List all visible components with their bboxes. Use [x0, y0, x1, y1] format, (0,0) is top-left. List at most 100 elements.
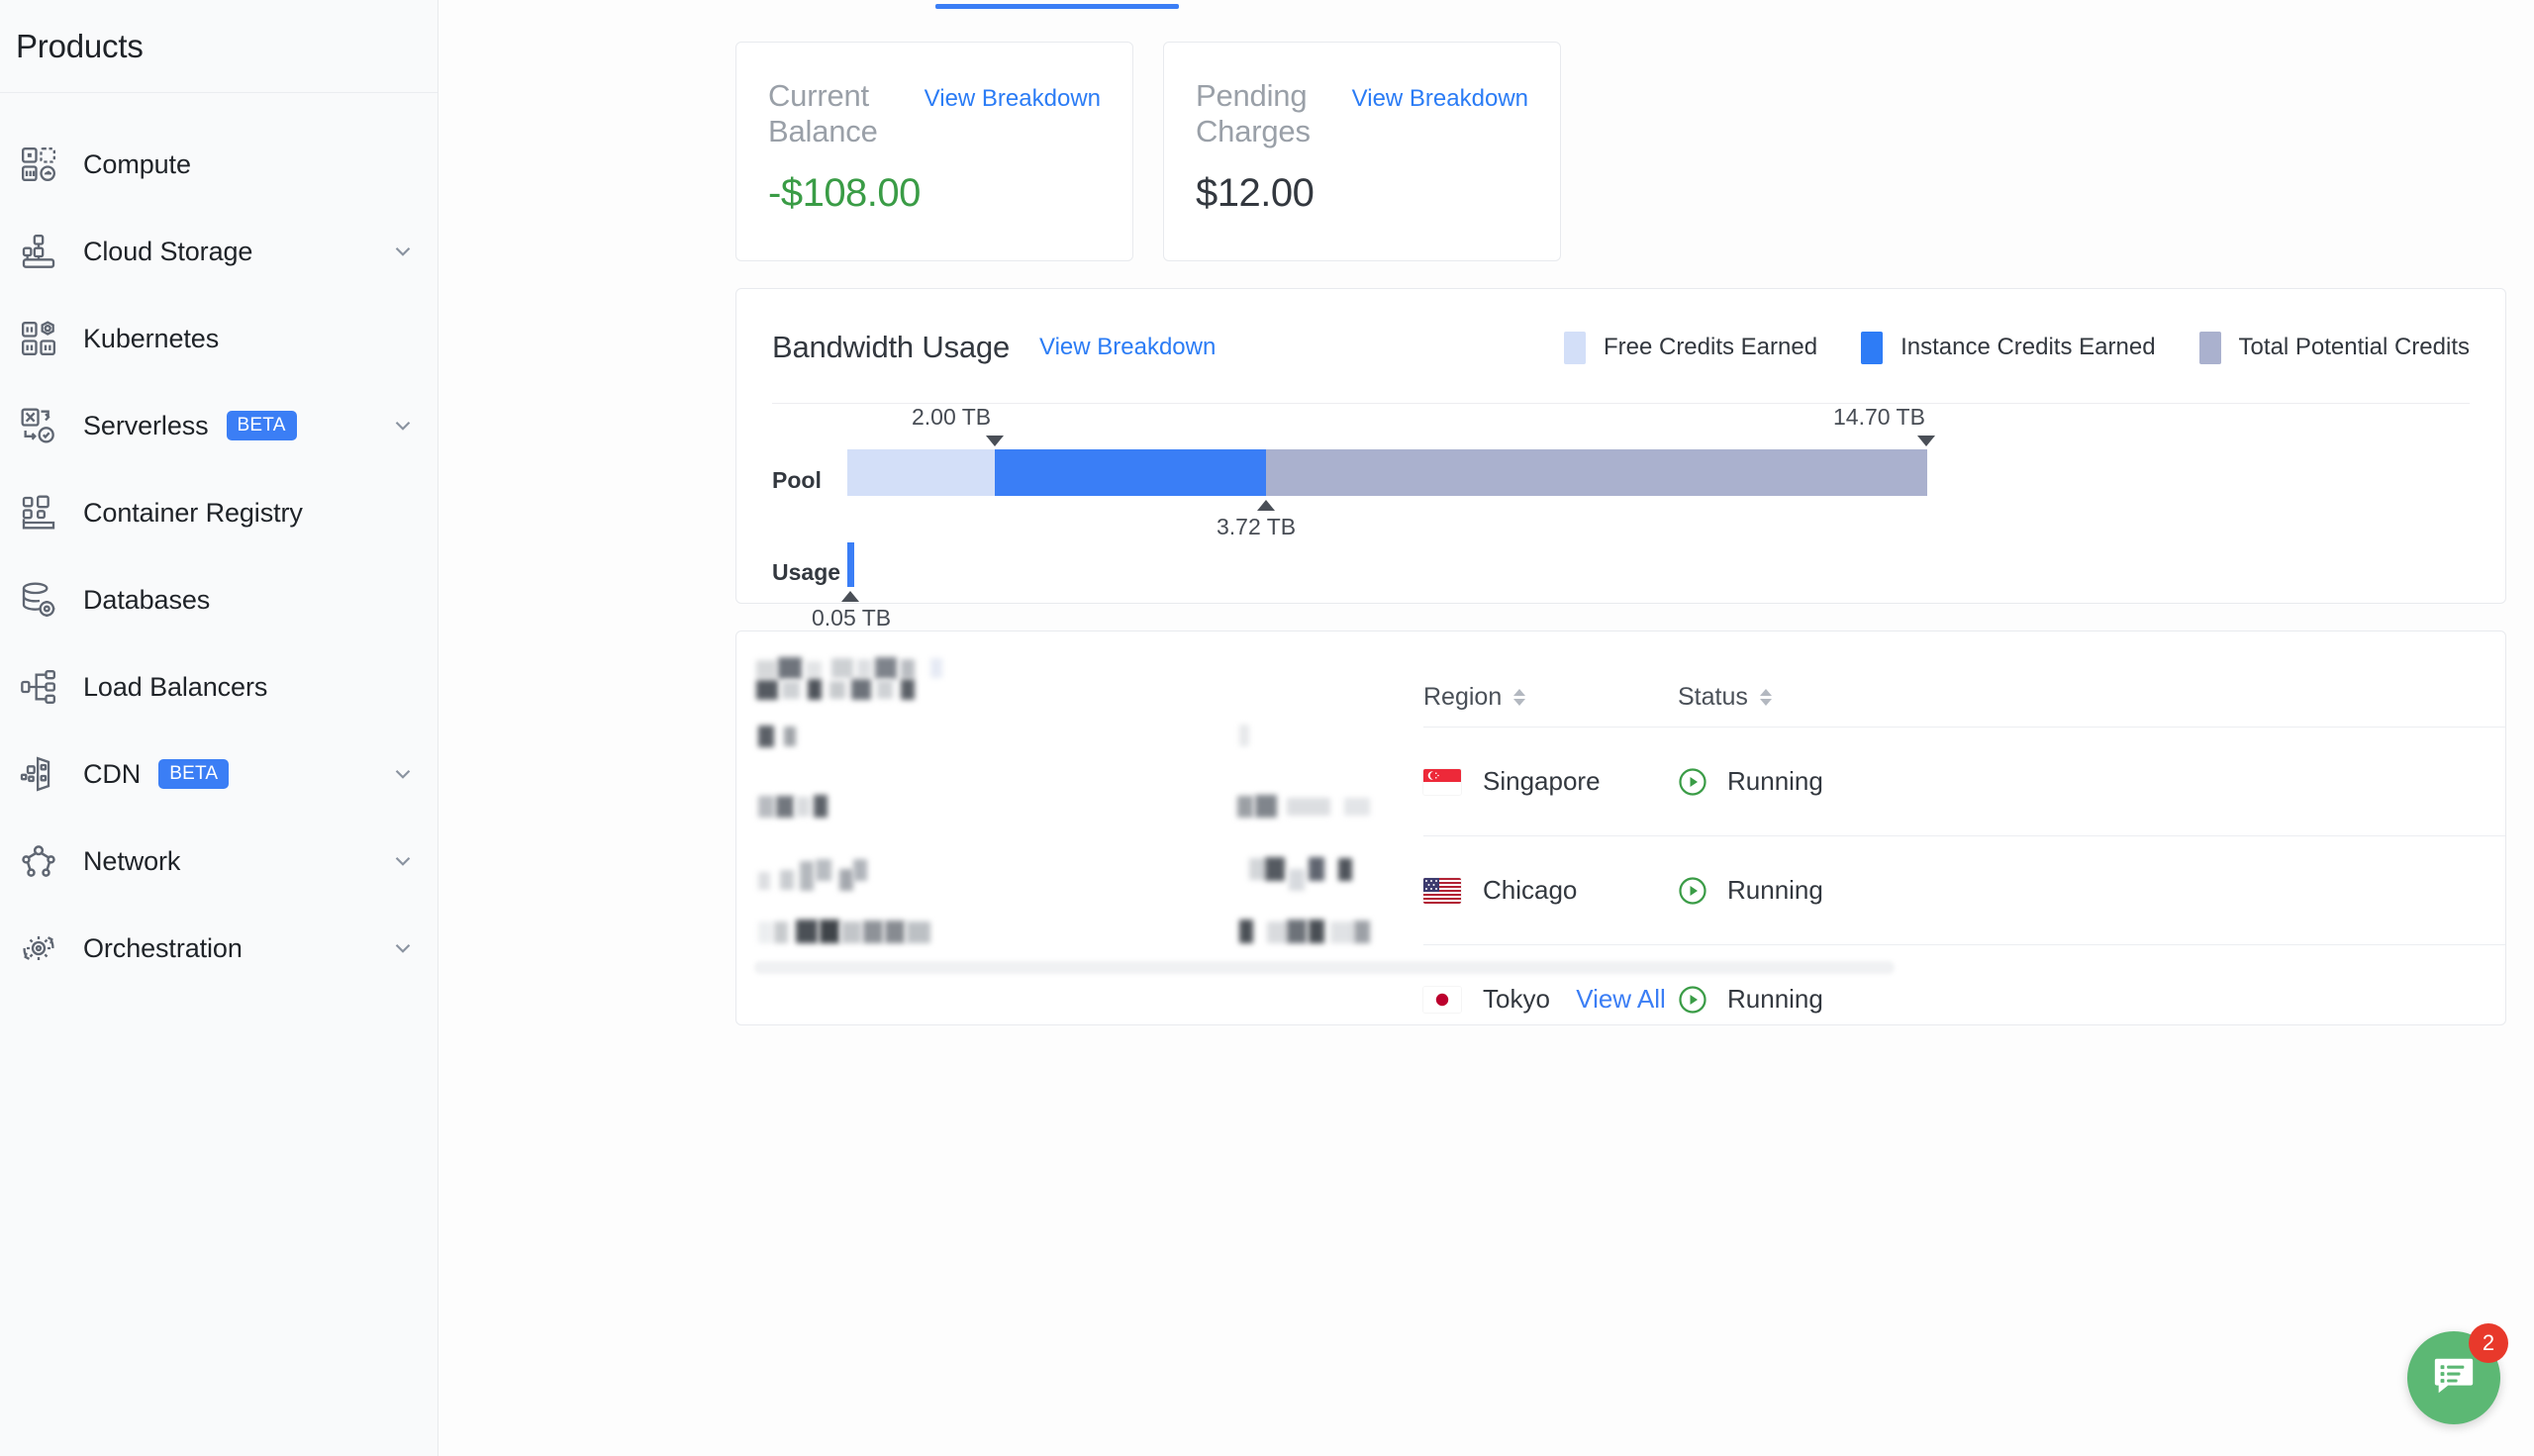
card-label: Current Balance	[768, 78, 878, 148]
main-content: Current Balance View Breakdown -$108.00 …	[439, 0, 2534, 1456]
cdn-icon	[14, 749, 63, 799]
legend-item-free-credits: Free Credits Earned	[1563, 331, 1818, 364]
bar-segment-free-credits	[847, 449, 995, 496]
table-header: Region Status	[1423, 683, 2505, 712]
sidebar-item-load-balancers[interactable]: Load Balancers	[0, 643, 438, 730]
cloud-storage-icon	[14, 227, 63, 276]
database-icon	[14, 575, 63, 625]
usage-bar	[847, 542, 854, 587]
sidebar-item-cloud-storage[interactable]: Cloud Storage	[0, 208, 438, 295]
chevron-down-icon[interactable]	[390, 848, 416, 874]
chevron-down-icon[interactable]	[390, 413, 416, 438]
column-header-region[interactable]: Region	[1423, 683, 1678, 712]
cell-region: Singapore	[1423, 766, 1678, 797]
chevron-down-icon[interactable]	[390, 239, 416, 264]
beta-badge: BETA	[226, 411, 297, 440]
sidebar-item-serverless[interactable]: Serverless BETA	[0, 382, 438, 469]
sidebar-title: Products	[16, 27, 144, 64]
chat-icon	[2431, 1353, 2477, 1404]
usage-row-label: Usage	[772, 559, 841, 585]
kubernetes-icon	[14, 314, 63, 363]
network-icon	[14, 836, 63, 886]
bar-segment-total-potential	[1266, 449, 1927, 496]
sidebar: Products Compute Cloud Storage Kubernete…	[0, 0, 439, 1456]
view-breakdown-link[interactable]: View Breakdown	[925, 85, 1101, 113]
chevron-down-icon[interactable]	[390, 761, 416, 787]
pending-charges-card: Pending Charges View Breakdown $12.00	[1163, 42, 1561, 261]
sidebar-item-label: Databases	[83, 584, 211, 615]
sidebar-item-cdn[interactable]: CDN BETA	[0, 730, 438, 818]
current-balance-card: Current Balance View Breakdown -$108.00	[735, 42, 1133, 261]
marker-free-credits-value: 2.00 TB	[912, 404, 992, 430]
instances-panel: Region Status Singapore Running Chicago …	[735, 631, 2506, 1025]
cell-status: Running	[1678, 875, 1975, 906]
view-breakdown-link[interactable]: View Breakdown	[1352, 85, 1528, 113]
sidebar-item-kubernetes[interactable]: Kubernetes	[0, 295, 438, 382]
bandwidth-usage-panel: Bandwidth Usage View Breakdown Free Cred…	[735, 288, 2506, 631]
orchestration-icon	[14, 923, 63, 973]
bandwidth-view-breakdown-link[interactable]: View Breakdown	[1039, 334, 1216, 361]
caret-up-icon	[1257, 500, 1275, 511]
legend-label: Instance Credits Earned	[1900, 334, 2156, 360]
status-text: Running	[1727, 875, 1823, 905]
sort-icon[interactable]	[1759, 689, 1772, 706]
bar-segment-instance-credits	[995, 449, 1266, 496]
bandwidth-legend: Free Credits Earned Instance Credits Ear…	[1563, 331, 2470, 364]
bandwidth-header: Bandwidth Usage View Breakdown Free Cred…	[772, 289, 2470, 378]
table-row[interactable]: Chicago Running	[1423, 835, 2505, 944]
running-status-icon	[1678, 767, 1707, 797]
sidebar-item-compute[interactable]: Compute	[0, 121, 438, 208]
status-text: Running	[1727, 766, 1823, 796]
sidebar-item-databases[interactable]: Databases	[0, 556, 438, 643]
sidebar-item-label: Compute	[83, 148, 191, 179]
column-header-status[interactable]: Status	[1678, 683, 1975, 712]
legend-swatch	[1563, 331, 1586, 364]
sort-icon[interactable]	[1513, 689, 1526, 706]
sidebar-item-label: Load Balancers	[83, 671, 268, 702]
caret-down-icon	[986, 436, 1004, 446]
compute-icon	[14, 140, 63, 189]
cell-status: Running	[1678, 766, 1975, 797]
sidebar-item-label: Container Registry	[83, 497, 303, 528]
column-header-label: Status	[1678, 683, 1748, 711]
legend-swatch	[2198, 331, 2221, 364]
legend-label: Total Potential Credits	[2238, 334, 2470, 360]
chevron-down-icon[interactable]	[390, 935, 416, 961]
pool-stacked-bar	[847, 449, 1927, 496]
legend-item-instance-credits: Instance Credits Earned	[1861, 331, 2156, 364]
card-label: Pending Charges	[1196, 78, 1311, 148]
sidebar-item-network[interactable]: Network	[0, 818, 438, 905]
cell-region: Chicago	[1423, 875, 1678, 906]
running-status-icon	[1678, 876, 1707, 906]
sidebar-item-label: Orchestration	[83, 932, 243, 963]
sidebar-item-orchestration[interactable]: Orchestration	[0, 905, 438, 992]
legend-swatch	[1861, 331, 1884, 364]
balance-cards-row: Current Balance View Breakdown -$108.00 …	[466, 0, 2506, 261]
sidebar-nav: Compute Cloud Storage Kubernetes Serverl…	[0, 93, 438, 992]
view-all-link[interactable]: View All	[1576, 984, 1666, 1015]
marker-instance-credits-value: 3.72 TB	[1217, 514, 1297, 539]
usa-flag	[1423, 877, 1461, 904]
region-name: Chicago	[1483, 875, 1578, 905]
container-registry-icon	[14, 488, 63, 537]
sidebar-item-label: Serverless	[83, 410, 209, 440]
marker-usage-value: 0.05 TB	[812, 605, 892, 631]
current-balance-value: -$108.00	[768, 171, 921, 215]
app-root: Products Compute Cloud Storage Kubernete…	[0, 0, 2534, 1456]
caret-up-icon	[841, 591, 859, 602]
sidebar-item-label: Network	[83, 845, 181, 876]
sidebar-item-label: Kubernetes	[83, 323, 220, 353]
legend-label: Free Credits Earned	[1603, 334, 1818, 360]
beta-badge: BETA	[158, 759, 230, 789]
pool-row-label: Pool	[772, 467, 822, 493]
chat-unread-badge: 2	[2469, 1323, 2508, 1363]
pending-charges-value: $12.00	[1196, 171, 1315, 215]
sidebar-item-container-registry[interactable]: Container Registry	[0, 469, 438, 556]
table-row[interactable]: Singapore Running	[1423, 727, 2505, 835]
sidebar-item-label: Cloud Storage	[83, 236, 253, 266]
serverless-icon	[14, 401, 63, 450]
active-tab-indicator	[935, 4, 1179, 9]
view-all-wrap: View All	[736, 984, 2505, 1015]
marker-total-potential-value: 14.70 TB	[1833, 404, 1925, 430]
singapore-flag	[1423, 768, 1461, 795]
